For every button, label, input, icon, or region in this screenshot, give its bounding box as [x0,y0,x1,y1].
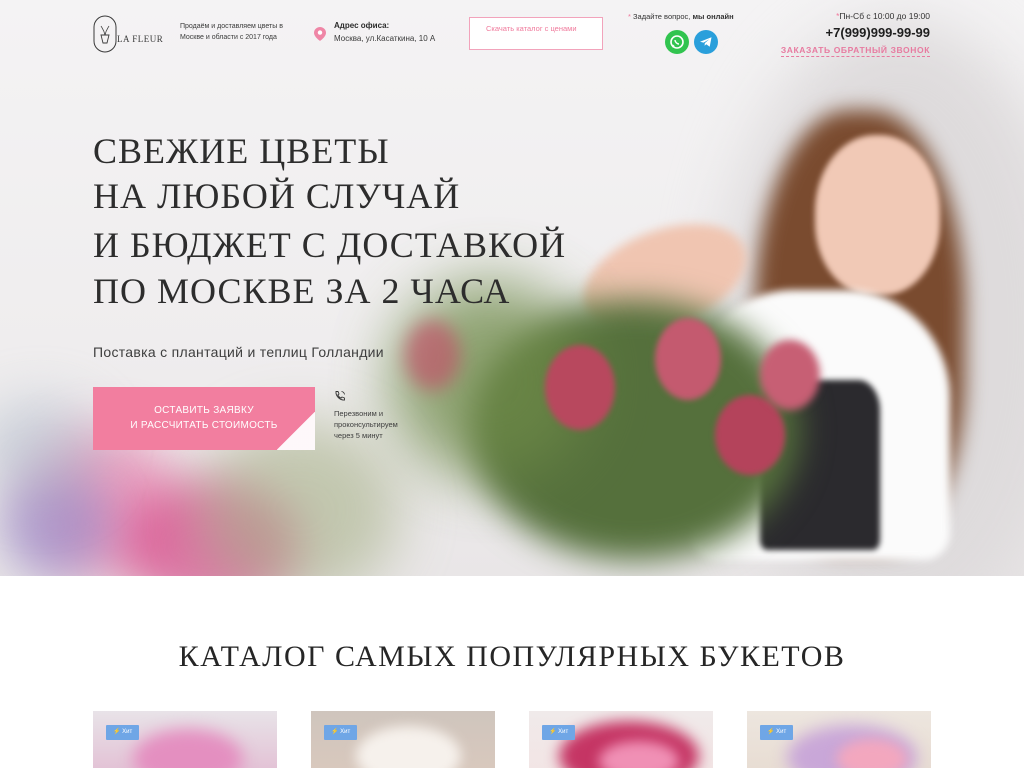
logo-text: LA FLEUR [117,34,163,44]
logo[interactable]: LA FLEUR [93,15,165,53]
hit-badge: ⚡ Хит [106,725,140,740]
product-card[interactable]: ⚡ Хит [93,711,277,768]
telegram-button[interactable] [694,30,718,54]
badge-label: Хит [776,729,787,735]
map-pin-icon [314,27,326,41]
bouquet-image [133,729,243,768]
hero-headline-line-2: НА ЛЮБОЙ СЛУЧАЙ [93,176,461,216]
corner-fold-decoration [277,412,315,450]
address-title: Адрес офиса: [334,21,390,30]
phone-number[interactable]: +7(999)999-99-99 [826,25,930,40]
asterisk-icon: * [628,12,631,21]
badge-label: Хит [340,729,351,735]
hero-subtitle: Поставка с плантаций и теплиц Голландии [93,344,384,360]
product-card[interactable]: ⚡ Хит [747,711,931,768]
online-status: мы онлайн [692,12,734,21]
whatsapp-button[interactable] [665,30,689,54]
company-tagline: Продаём и доставляем цветы в Москве и об… [180,23,283,41]
hero-headline-line-1: СВЕЖИЕ ЦВЕТЫ [93,131,390,171]
download-catalog-button[interactable]: Скачать каталог с ценами [469,17,603,50]
hit-badge: ⚡ Хит [760,725,794,740]
catalog-title: КАТАЛОГ САМЫХ ПОПУЛЯРНЫХ БУКЕТОВ [178,640,846,673]
ask-prefix: Задайте вопрос, [633,12,691,21]
ask-question-text: * Задайте вопрос, мы онлайн [628,12,734,21]
hours-text: Пн-Сб с 10:00 до 19:00 [839,11,930,21]
product-card[interactable]: ⚡ Хит [529,711,713,768]
hit-badge: ⚡ Хит [542,725,576,740]
callback-link[interactable]: ЗАКАЗАТЬ ОБРАТНЫЙ ЗВОНОК [780,45,930,57]
request-quote-button[interactable]: ОСТАВИТЬ ЗАЯВКУ И РАССЧИТАТЬ СТОИМОСТЬ [93,387,315,450]
logo-icon: LA FLEUR [93,15,163,53]
hero-section: LA FLEUR Продаём и доставляем цветы в Мо… [0,0,1024,576]
product-card[interactable]: ⚡ Хит [311,711,495,768]
badge-label: Хит [122,729,133,735]
whatsapp-icon [670,35,684,49]
badge-label: Хит [558,729,569,735]
hero-headline-line-3: И БЮДЖЕТ С ДОСТАВКОЙ [93,225,567,265]
hit-badge: ⚡ Хит [324,725,358,740]
working-hours: *Пн-Сб с 10:00 до 19:00 [836,11,930,21]
phone-handset-icon [335,391,345,401]
telegram-icon [700,37,712,47]
bouquet-image [356,726,461,768]
callback-note: Перезвоним и проконсультируем через 5 ми… [334,409,398,440]
hero-headline-line-4: ПО МОСКВЕ ЗА 2 ЧАСА [93,271,511,311]
address-text: Москва, ул.Касаткина, 10 А [334,34,436,43]
